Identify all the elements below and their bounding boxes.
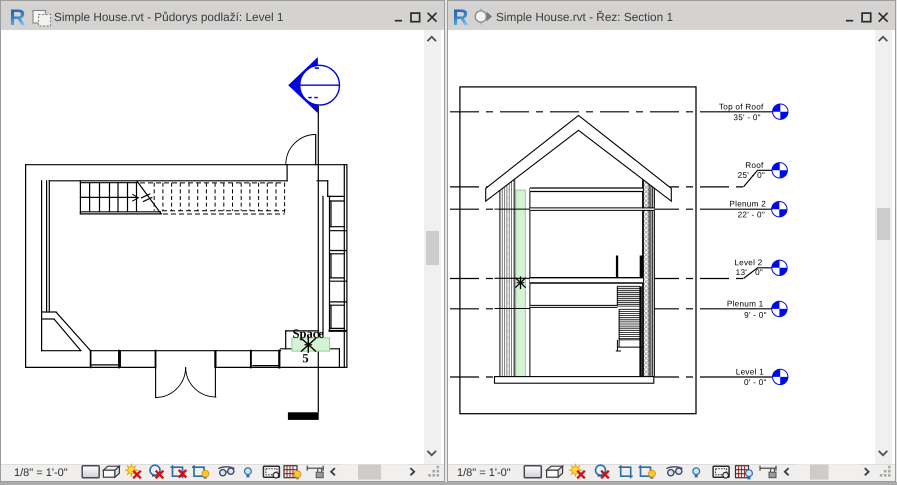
svg-text:Level 1: Level 1 — [735, 367, 763, 376]
svg-text:Level 2: Level 2 — [734, 258, 762, 267]
svg-text:0' - 0": 0' - 0" — [744, 377, 767, 386]
svg-text:9' - 0": 9' - 0" — [744, 310, 767, 319]
svg-text:Top of Roof: Top of Roof — [718, 102, 763, 111]
svg-text:25' - 0": 25' - 0" — [737, 170, 764, 179]
svg-text:22' - 0": 22' - 0" — [737, 210, 764, 219]
svg-text:Plenum 2: Plenum 2 — [729, 199, 766, 208]
svg-text:5: 5 — [302, 351, 308, 365]
svg-text:Plenum 1: Plenum 1 — [726, 299, 763, 308]
svg-text:35' - 0": 35' - 0" — [733, 113, 760, 122]
svg-text:13' - 0": 13' - 0" — [735, 268, 762, 277]
svg-text:Roof: Roof — [745, 160, 764, 169]
svg-text:Space: Space — [293, 326, 325, 340]
